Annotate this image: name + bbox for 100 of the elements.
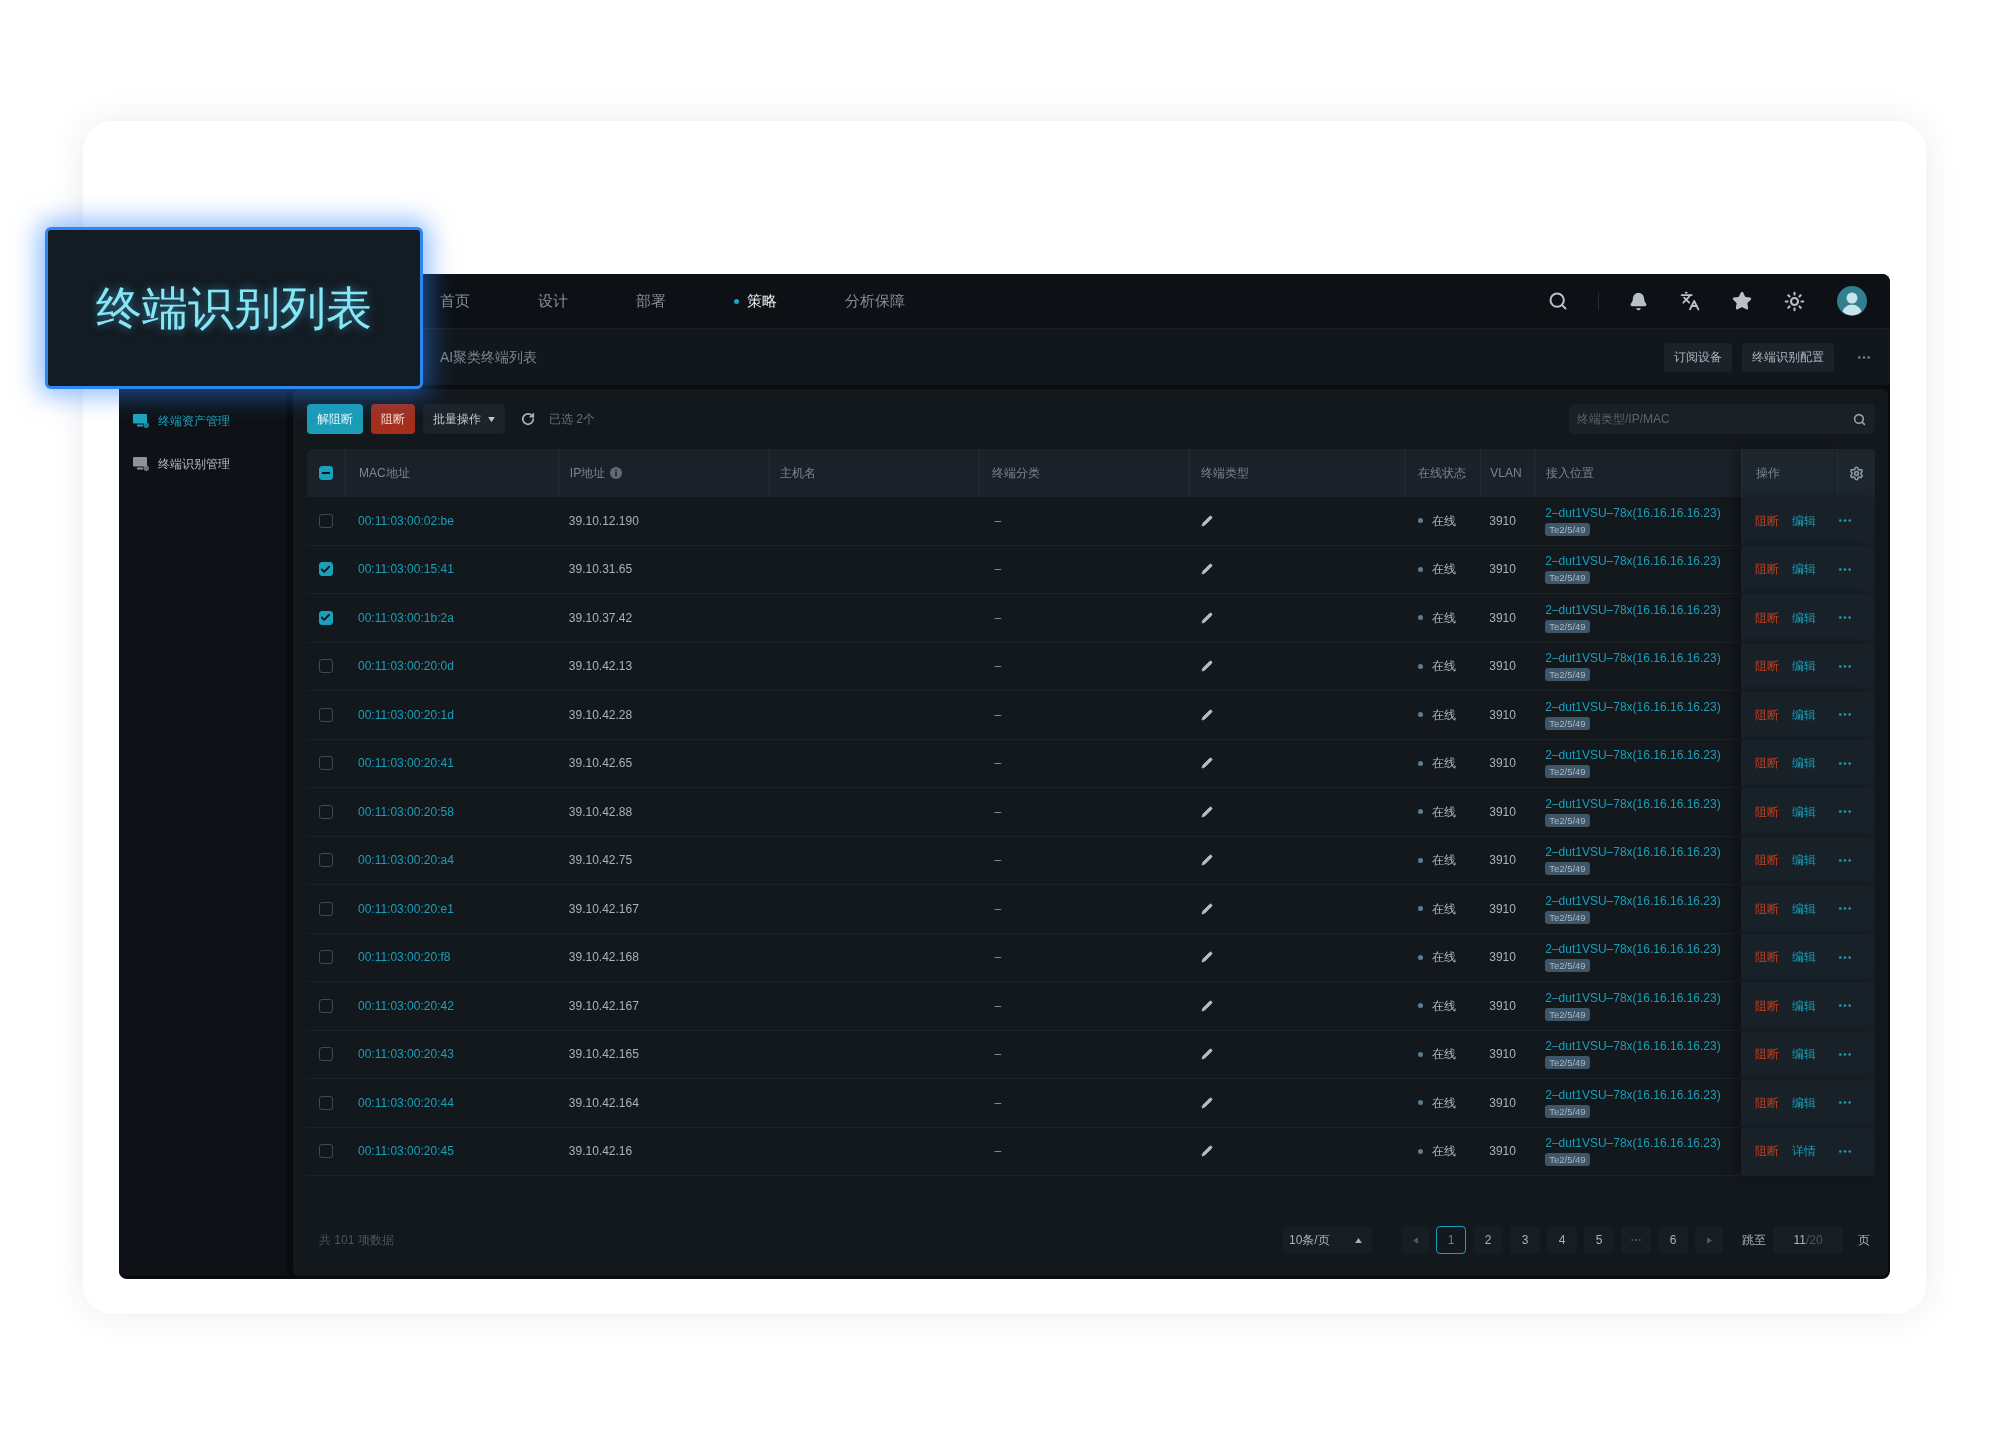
more-icon[interactable] xyxy=(1839,519,1852,523)
location-link[interactable]: 2–dut1VSU–78x(16.16.16.16.23) xyxy=(1545,990,1721,1005)
nav-tab[interactable]: 首页 xyxy=(440,289,470,313)
action-link[interactable]: 编辑 xyxy=(1792,705,1817,724)
checkbox[interactable] xyxy=(319,707,333,722)
action-link[interactable]: 阻断 xyxy=(1755,705,1780,724)
more-icon[interactable] xyxy=(1839,1101,1852,1105)
location-link[interactable]: 2–dut1VSU–78x(16.16.16.16.23) xyxy=(1545,505,1721,520)
more-icon[interactable] xyxy=(1839,1004,1852,1008)
action-link[interactable]: 阻断 xyxy=(1755,1045,1780,1064)
page-button[interactable]: 2 xyxy=(1473,1226,1503,1254)
refresh-icon[interactable] xyxy=(521,412,535,426)
location-link[interactable]: 2–dut1VSU–78x(16.16.16.16.23) xyxy=(1545,651,1721,666)
pencil-icon[interactable] xyxy=(1201,563,1214,576)
mac-link[interactable]: 00:11:03:00:20:1d xyxy=(357,705,454,724)
checkbox[interactable] xyxy=(319,804,333,819)
more-icon[interactable] xyxy=(1839,616,1852,620)
action-link[interactable]: 阻断 xyxy=(1755,608,1780,627)
location-link[interactable]: 2–dut1VSU–78x(16.16.16.16.23) xyxy=(1545,602,1721,617)
more-icon[interactable] xyxy=(1839,955,1852,959)
checkbox[interactable] xyxy=(319,610,333,625)
action-link[interactable]: 编辑 xyxy=(1792,1093,1817,1112)
pencil-icon[interactable] xyxy=(1201,1096,1214,1109)
location-link[interactable]: 2–dut1VSU–78x(16.16.16.16.23) xyxy=(1545,1039,1721,1054)
sidebar-item[interactable]: 终端识别管理 xyxy=(133,444,287,484)
page-button[interactable]: 4 xyxy=(1547,1226,1577,1254)
pencil-icon[interactable] xyxy=(1201,660,1214,673)
pencil-icon[interactable] xyxy=(1201,1048,1214,1061)
pencil-icon[interactable] xyxy=(1201,757,1214,770)
page-button[interactable]: 5 xyxy=(1584,1226,1614,1254)
mac-link[interactable]: 00:11:03:00:20:f8 xyxy=(357,948,451,967)
location-link[interactable]: 2–dut1VSU–78x(16.16.16.16.23) xyxy=(1545,893,1721,908)
page-jump-field[interactable]: 11/20 xyxy=(1773,1226,1843,1254)
action-link[interactable]: 编辑 xyxy=(1792,948,1817,967)
action-link[interactable]: 编辑 xyxy=(1792,996,1817,1015)
nav-tab[interactable]: 部署 xyxy=(636,289,666,313)
checkbox[interactable] xyxy=(319,1047,333,1062)
checkbox[interactable] xyxy=(319,998,333,1013)
nav-tab[interactable]: 设计 xyxy=(538,289,568,313)
search-icon[interactable] xyxy=(1853,412,1866,426)
page-size-select[interactable]: 10条/页 xyxy=(1283,1226,1372,1254)
more-icon[interactable] xyxy=(1839,907,1852,911)
pencil-icon[interactable] xyxy=(1201,805,1214,818)
header-button[interactable]: 终端识别配置 xyxy=(1742,342,1834,372)
more-icon[interactable] xyxy=(1839,1052,1852,1056)
location-link[interactable]: 2–dut1VSU–78x(16.16.16.16.23) xyxy=(1545,1136,1721,1151)
toolbar-button[interactable]: 阻断 xyxy=(371,404,415,434)
pencil-icon[interactable] xyxy=(1201,611,1214,624)
action-link[interactable]: 阻断 xyxy=(1755,996,1780,1015)
checkbox[interactable] xyxy=(319,950,333,965)
page-button[interactable]: 6 xyxy=(1658,1226,1688,1254)
mac-link[interactable]: 00:11:03:00:02:be xyxy=(357,511,454,530)
pencil-icon[interactable] xyxy=(1201,1145,1214,1158)
action-link[interactable]: 阻断 xyxy=(1755,948,1780,967)
mac-link[interactable]: 00:11:03:00:15:41 xyxy=(357,560,454,579)
mac-link[interactable]: 00:11:03:00:20:44 xyxy=(357,1093,454,1112)
nav-tab[interactable]: 分析保障 xyxy=(845,289,905,313)
action-link[interactable]: 阻断 xyxy=(1755,899,1780,918)
pencil-icon[interactable] xyxy=(1201,514,1214,527)
more-icon[interactable] xyxy=(1839,713,1852,717)
mac-link[interactable]: 00:11:03:00:20:42 xyxy=(357,996,454,1015)
checkbox[interactable] xyxy=(319,513,333,528)
search-field[interactable]: 终端类型/IP/MAC xyxy=(1569,404,1875,434)
bell-icon[interactable] xyxy=(1629,291,1648,311)
action-link[interactable]: 编辑 xyxy=(1792,560,1817,579)
action-link[interactable]: 编辑 xyxy=(1792,1045,1817,1064)
checkbox[interactable] xyxy=(319,853,333,868)
pencil-icon[interactable] xyxy=(1201,708,1214,721)
sidebar-item[interactable]: 终端资产管理 xyxy=(133,401,287,441)
mac-link[interactable]: 00:11:03:00:20:a4 xyxy=(357,851,454,870)
batch-dropdown[interactable]: 批量操作 xyxy=(423,404,505,434)
mac-link[interactable]: 00:11:03:00:20:58 xyxy=(357,802,454,821)
more-icon[interactable] xyxy=(1839,761,1852,765)
more-icon[interactable] xyxy=(1839,858,1852,862)
pencil-icon[interactable] xyxy=(1201,951,1214,964)
more-icon[interactable] xyxy=(1839,1149,1852,1153)
action-link[interactable]: 编辑 xyxy=(1792,511,1817,530)
location-link[interactable]: 2–dut1VSU–78x(16.16.16.16.23) xyxy=(1545,554,1721,569)
action-link[interactable]: 阻断 xyxy=(1755,560,1780,579)
checkbox[interactable] xyxy=(319,901,333,916)
more-icon[interactable] xyxy=(1839,810,1852,814)
action-link[interactable]: 阻断 xyxy=(1755,851,1780,870)
mac-link[interactable]: 00:11:03:00:20:45 xyxy=(357,1142,454,1161)
toolbar-button[interactable]: 解阻断 xyxy=(307,404,363,434)
checkbox[interactable] xyxy=(319,562,333,577)
mac-link[interactable]: 00:11:03:00:20:e1 xyxy=(357,899,454,918)
checkbox[interactable] xyxy=(319,659,333,674)
action-link[interactable]: 编辑 xyxy=(1792,608,1817,627)
checkbox[interactable] xyxy=(319,756,333,771)
header-button[interactable]: 订阅设备 xyxy=(1664,342,1732,372)
action-link[interactable]: 阻断 xyxy=(1755,511,1780,530)
action-link[interactable]: 阻断 xyxy=(1755,1142,1780,1161)
star-icon[interactable] xyxy=(1732,291,1752,311)
more-icon[interactable] xyxy=(1839,567,1852,571)
location-link[interactable]: 2–dut1VSU–78x(16.16.16.16.23) xyxy=(1545,845,1721,860)
action-link[interactable]: 编辑 xyxy=(1792,657,1817,676)
location-link[interactable]: 2–dut1VSU–78x(16.16.16.16.23) xyxy=(1545,699,1721,714)
action-link[interactable]: 编辑 xyxy=(1792,851,1817,870)
settings-icon[interactable] xyxy=(1848,465,1864,481)
action-link[interactable]: 编辑 xyxy=(1792,754,1817,773)
